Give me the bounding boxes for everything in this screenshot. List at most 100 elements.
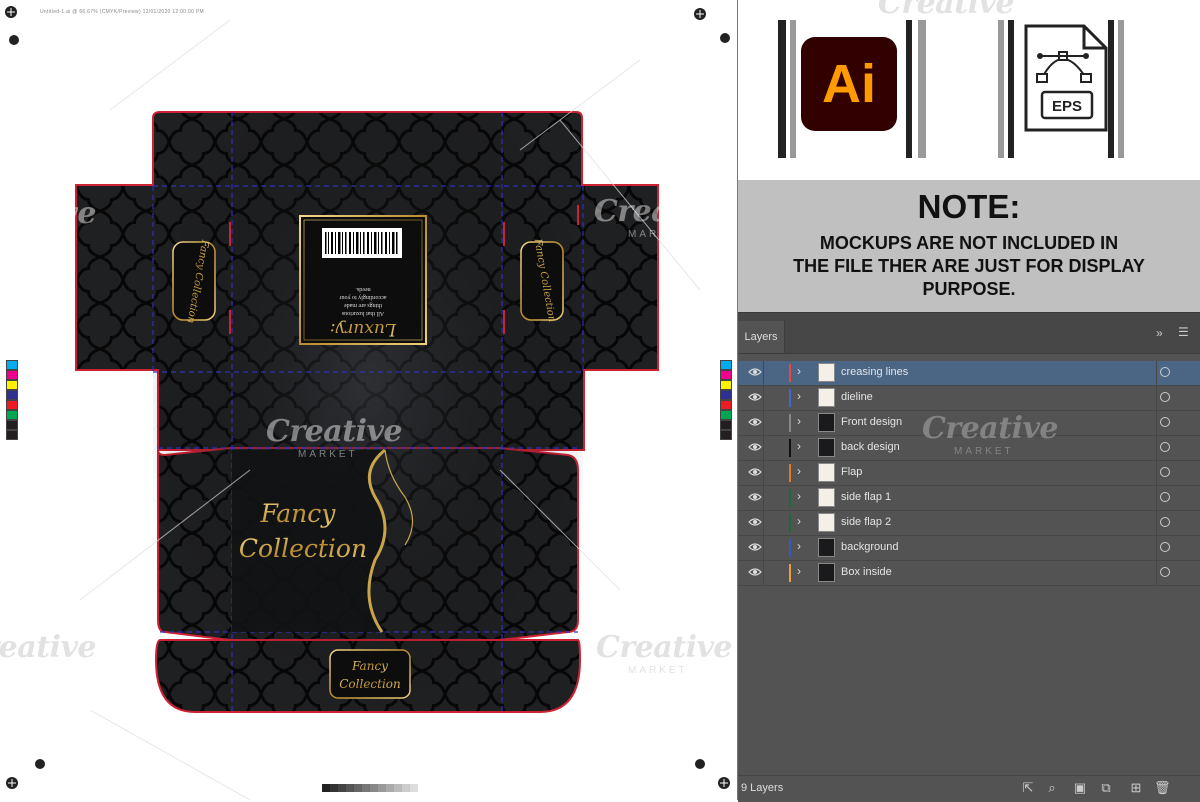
eye-icon[interactable] — [748, 365, 762, 379]
layer-row[interactable]: › Box inside — [738, 561, 1200, 586]
chevron-right-icon[interactable]: › — [797, 439, 801, 453]
target-circle-icon[interactable] — [1160, 467, 1170, 477]
watermark: Creative MARKET — [596, 630, 732, 676]
color-swatch-bar-right — [720, 360, 732, 440]
color-swatch — [6, 430, 18, 440]
target-circle-icon[interactable] — [1160, 367, 1170, 377]
color-swatch — [720, 370, 732, 380]
chevron-right-icon[interactable]: › — [797, 389, 801, 403]
delete-icon[interactable]: 🗑 — [1154, 780, 1171, 796]
new-layer-icon[interactable]: ⊞ — [1128, 780, 1144, 796]
chevron-right-icon[interactable]: › — [797, 514, 801, 528]
chevron-right-icon[interactable]: › — [797, 364, 801, 378]
color-swatch — [720, 360, 732, 370]
layer-row[interactable]: › side flap 1 — [738, 486, 1200, 511]
layer-name[interactable]: side flap 1 — [841, 491, 891, 503]
color-swatch — [6, 420, 18, 430]
watermark: Creative — [0, 196, 96, 231]
layer-name[interactable]: background — [841, 541, 899, 553]
double-chevron-icon[interactable]: » — [1156, 326, 1163, 340]
eye-icon[interactable] — [748, 415, 762, 429]
layer-thumbnail — [818, 513, 835, 532]
eye-icon[interactable] — [748, 390, 762, 404]
layer-row[interactable]: › background — [738, 536, 1200, 561]
inside-text-line: needs. — [355, 286, 371, 292]
layer-row[interactable]: › Flap — [738, 461, 1200, 486]
layers-panel: Layers » ☰ › creasing lines › dieline › Front… — [738, 312, 1200, 802]
color-swatch — [720, 420, 732, 430]
note-box: NOTE: MOCKUPS ARE NOT INCLUDED IN THE FI… — [738, 178, 1200, 312]
front-title-line1: Fancy — [260, 499, 337, 528]
layer-color-indicator — [789, 389, 791, 407]
watermark: Creative — [268, 0, 404, 21]
color-swatch — [6, 360, 18, 370]
layer-thumbnail — [818, 363, 835, 382]
note-line: THE FILE THER ARE JUST FOR DISPLAY — [793, 256, 1145, 276]
eye-icon[interactable] — [748, 565, 762, 579]
layer-thumbnail — [818, 388, 835, 407]
format-icons-area: Ai EPS Creative — [738, 0, 1200, 178]
flap-label-line1: Fancy — [351, 659, 388, 673]
barcode — [322, 228, 402, 258]
side-label-left: Fancy Collection — [172, 238, 216, 324]
layer-thumbnail — [818, 463, 835, 482]
layer-count: 9 Layers — [741, 782, 784, 794]
document-header: Untitled-1.ai @ 66.67% (CMYK/Preview) 12… — [40, 9, 204, 15]
color-swatch — [6, 370, 18, 380]
target-circle-icon[interactable] — [1160, 567, 1170, 577]
layer-row[interactable]: › dieline — [738, 386, 1200, 411]
export-icon[interactable]: ⇱ — [1020, 780, 1036, 796]
layer-thumbnail — [818, 488, 835, 507]
target-circle-icon[interactable] — [1160, 442, 1170, 452]
front-title-line2: Collection — [239, 534, 367, 563]
layer-name[interactable]: back design — [841, 441, 900, 453]
layer-name[interactable]: Front design — [841, 416, 902, 428]
hamburger-menu-icon[interactable]: ☰ — [1178, 325, 1189, 339]
sublayer-icon[interactable]: ⧉ — [1098, 780, 1114, 796]
layer-color-indicator — [789, 464, 791, 482]
layer-color-indicator — [789, 539, 791, 557]
color-swatch — [720, 430, 732, 440]
chevron-right-icon[interactable]: › — [797, 539, 801, 553]
layer-name[interactable]: Box inside — [841, 566, 892, 578]
layer-color-indicator — [789, 564, 791, 582]
gray-scale-strip — [322, 784, 418, 792]
target-circle-icon[interactable] — [1160, 542, 1170, 552]
note-title: NOTE: — [917, 188, 1021, 225]
artboard-canvas[interactable]: All that luxurious things are made accor… — [0, 0, 738, 800]
color-swatch — [6, 390, 18, 400]
layer-name[interactable]: dieline — [841, 391, 873, 403]
tab-layers[interactable]: Layers — [738, 321, 785, 353]
eye-icon[interactable] — [748, 515, 762, 529]
target-circle-icon[interactable] — [1160, 492, 1170, 502]
layer-row[interactable]: › creasing lines — [738, 361, 1200, 386]
eye-icon[interactable] — [748, 465, 762, 479]
chevron-right-icon[interactable]: › — [797, 489, 801, 503]
layer-color-indicator — [789, 514, 791, 532]
target-circle-icon[interactable] — [1160, 517, 1170, 527]
layer-color-indicator — [789, 364, 791, 382]
eye-icon[interactable] — [748, 490, 762, 504]
eye-icon[interactable] — [748, 440, 762, 454]
back-label-panel: All that luxurious things are made accor… — [299, 215, 427, 345]
layer-name[interactable]: creasing lines — [841, 366, 908, 378]
layer-row[interactable]: › side flap 2 — [738, 511, 1200, 536]
layer-name[interactable]: Flap — [841, 466, 862, 478]
search-icon[interactable]: ⌕ — [1044, 780, 1060, 796]
color-swatch — [720, 400, 732, 410]
note-body: MOCKUPS ARE NOT INCLUDED IN THE FILE THE… — [738, 232, 1200, 301]
color-swatch — [720, 390, 732, 400]
layer-name[interactable]: side flap 2 — [841, 516, 891, 528]
chevron-right-icon[interactable]: › — [797, 564, 801, 578]
layers-tab-bar: Layers » ☰ — [738, 313, 1200, 354]
inside-text-line: All that luxurious — [341, 310, 384, 316]
target-circle-icon[interactable] — [1160, 392, 1170, 402]
chevron-right-icon[interactable]: › — [797, 464, 801, 478]
layer-thumbnail — [818, 563, 835, 582]
clipping-mask-icon[interactable]: ▣ — [1072, 780, 1088, 796]
target-circle-icon[interactable] — [1160, 417, 1170, 427]
eye-icon[interactable] — [748, 540, 762, 554]
chevron-right-icon[interactable]: › — [797, 414, 801, 428]
layer-thumbnail — [818, 538, 835, 557]
watermark: Creative MARKET — [594, 194, 730, 240]
